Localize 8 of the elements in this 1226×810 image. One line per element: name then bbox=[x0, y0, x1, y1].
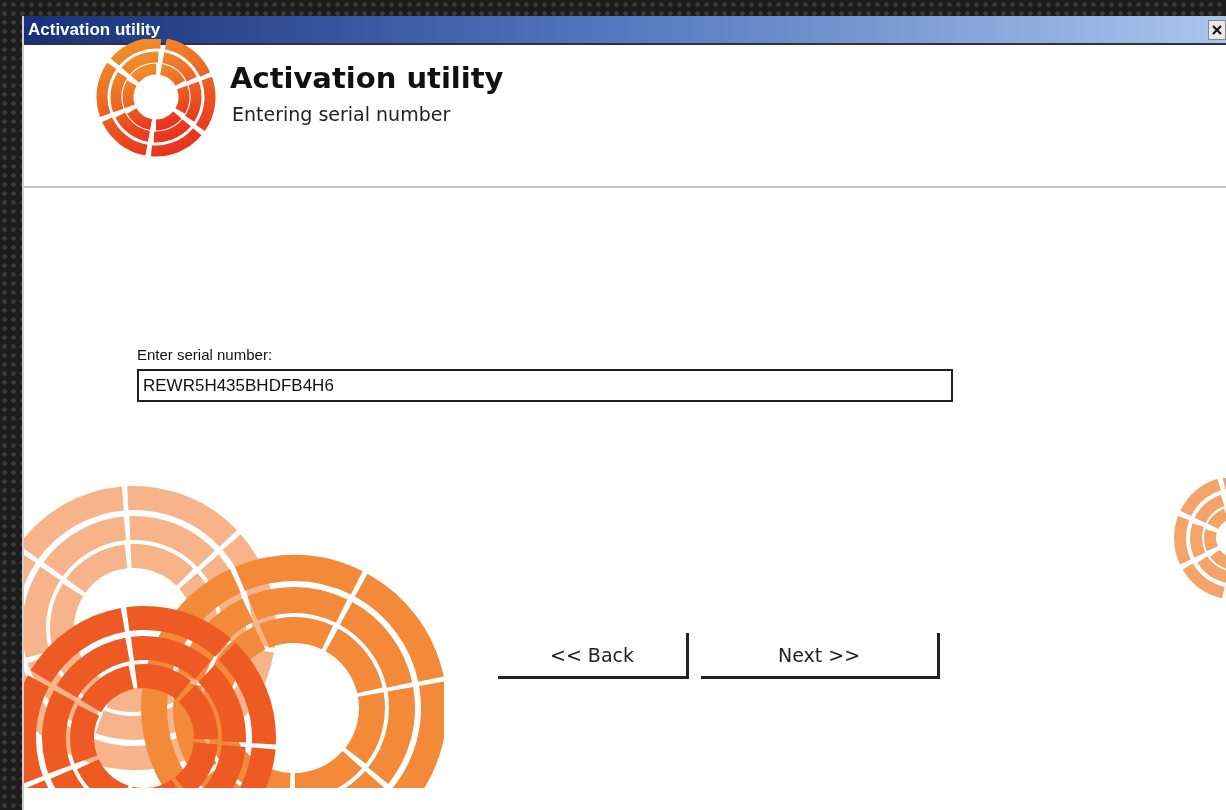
field-label: Enter serial number: bbox=[137, 346, 274, 363]
header-subtitle: Entering serial number bbox=[231, 103, 452, 125]
header-title: Activation utility bbox=[230, 61, 504, 95]
window-title: Activation utility bbox=[28, 19, 161, 40]
close-icon[interactable] bbox=[1208, 19, 1226, 40]
next-button[interactable]: Next >> bbox=[701, 633, 940, 679]
back-button[interactable]: << Back bbox=[498, 633, 689, 679]
serial-number-field[interactable]: REWR5H435BHDFB4H6 bbox=[137, 369, 953, 402]
